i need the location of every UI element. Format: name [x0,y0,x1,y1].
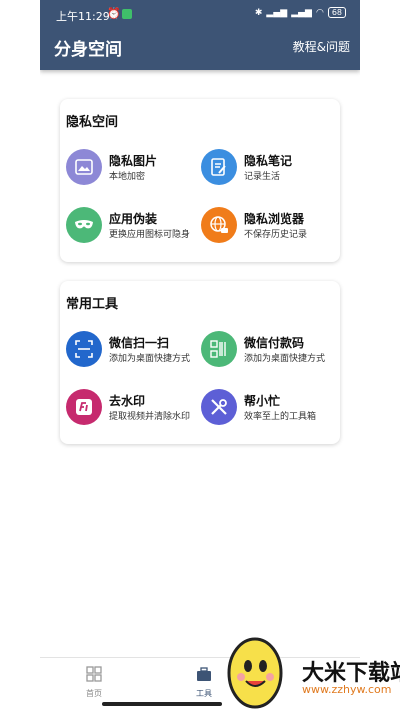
item-title: 应用伪装 [109,212,158,226]
app-disguise-item[interactable]: 应用伪装 更换应用图标可隐身 [66,205,206,245]
item-subtitle: 更换应用图标可隐身 [109,230,191,240]
egg-mascot-logo [227,637,283,709]
item-subtitle: 添加为桌面快捷方式 [244,354,326,364]
item-title: 隐私浏览器 [244,212,305,226]
item-subtitle: 提取视频并清除水印 [109,412,191,422]
tutorial-help-link[interactable]: 教程&问题 [293,38,350,55]
home-indicator [102,702,222,706]
mask-icon [66,207,102,243]
bluetooth-icon: ✱ [254,7,263,18]
privacy-photos-item[interactable]: 隐私图片 本地加密 [66,147,206,187]
private-browser-item[interactable]: 隐私浏览器 不保存历史记录 [201,205,341,245]
privacy-section-title: 隐私空间 [66,115,119,130]
item-subtitle: 本地加密 [109,172,146,182]
status-icons: ✱ ▂▄▆ ▂▄▆ ◠ 68 [255,7,346,18]
wechat-scan-item[interactable]: 微信扫一扫 添加为桌面快捷方式 [66,329,206,369]
common-tools-card: 常用工具 微信扫一扫 添加为桌面快捷方式 微信付款码 添加为桌面快捷方式 去水印… [60,281,340,444]
item-subtitle: 效率至上的工具箱 [244,412,317,422]
privacy-space-card: 隐私空间 隐私图片 本地加密 隐私笔记 记录生活 应用伪装 更换应用图标可隐身 [60,99,340,262]
signal-icon: ▂▄▆ [266,7,288,18]
privacy-notes-item[interactable]: 隐私笔记 记录生活 [201,147,341,187]
image-icon [66,149,102,185]
item-title: 微信扫一扫 [109,336,170,350]
item-title: 隐私图片 [109,154,158,168]
item-title: 微信付款码 [244,336,305,350]
item-title: 隐私笔记 [244,154,293,168]
watermark-url: www.zzhyw.com [302,683,392,696]
tools-section-title: 常用工具 [66,297,119,312]
item-title: 帮小忙 [244,394,281,408]
remove-watermark-item[interactable]: 去水印 提取视频并清除水印 [66,387,206,427]
wifi-icon: ◠ [315,7,324,18]
status-bar: 上午11:29 ⏰ ✱ ▂▄▆ ▂▄▆ ◠ 68 [40,6,360,24]
item-subtitle: 不保存历史记录 [244,230,308,240]
globe-lock-icon [201,207,237,243]
tools-icon [201,389,237,425]
nav-home-label: 首页 [86,689,102,698]
grid-icon [86,666,102,682]
item-title: 去水印 [109,394,146,408]
app-header: 上午11:29 ⏰ ✱ ▂▄▆ ▂▄▆ ◠ 68 分身空间 教程&问题 [40,0,360,70]
payment-code-icon [201,331,237,367]
wechat-payment-code-item[interactable]: 微信付款码 添加为桌面快捷方式 [201,329,341,369]
note-icon [201,149,237,185]
app-screen: 上午11:29 ⏰ ✱ ▂▄▆ ▂▄▆ ◠ 68 分身空间 教程&问题 隐私空间… [40,0,360,711]
helper-toolbox-item[interactable]: 帮小忙 效率至上的工具箱 [201,387,341,427]
page-title: 分身空间 [54,40,122,60]
item-subtitle: 添加为桌面快捷方式 [109,354,191,364]
alarm-icon: ⏰ [107,7,121,20]
nav-home-tab[interactable]: 首页 [76,666,112,699]
signal2-icon: ▂▄▆ [291,7,312,18]
status-time: 上午11:29 [56,10,110,23]
site-watermark: 大米下载站 www.zzhyw.com [210,631,400,711]
item-subtitle: 记录生活 [244,172,281,182]
scan-icon [66,331,102,367]
notification-app-icon [122,9,132,19]
watermark-remove-icon [66,389,102,425]
battery-icon: 68 [327,7,346,18]
